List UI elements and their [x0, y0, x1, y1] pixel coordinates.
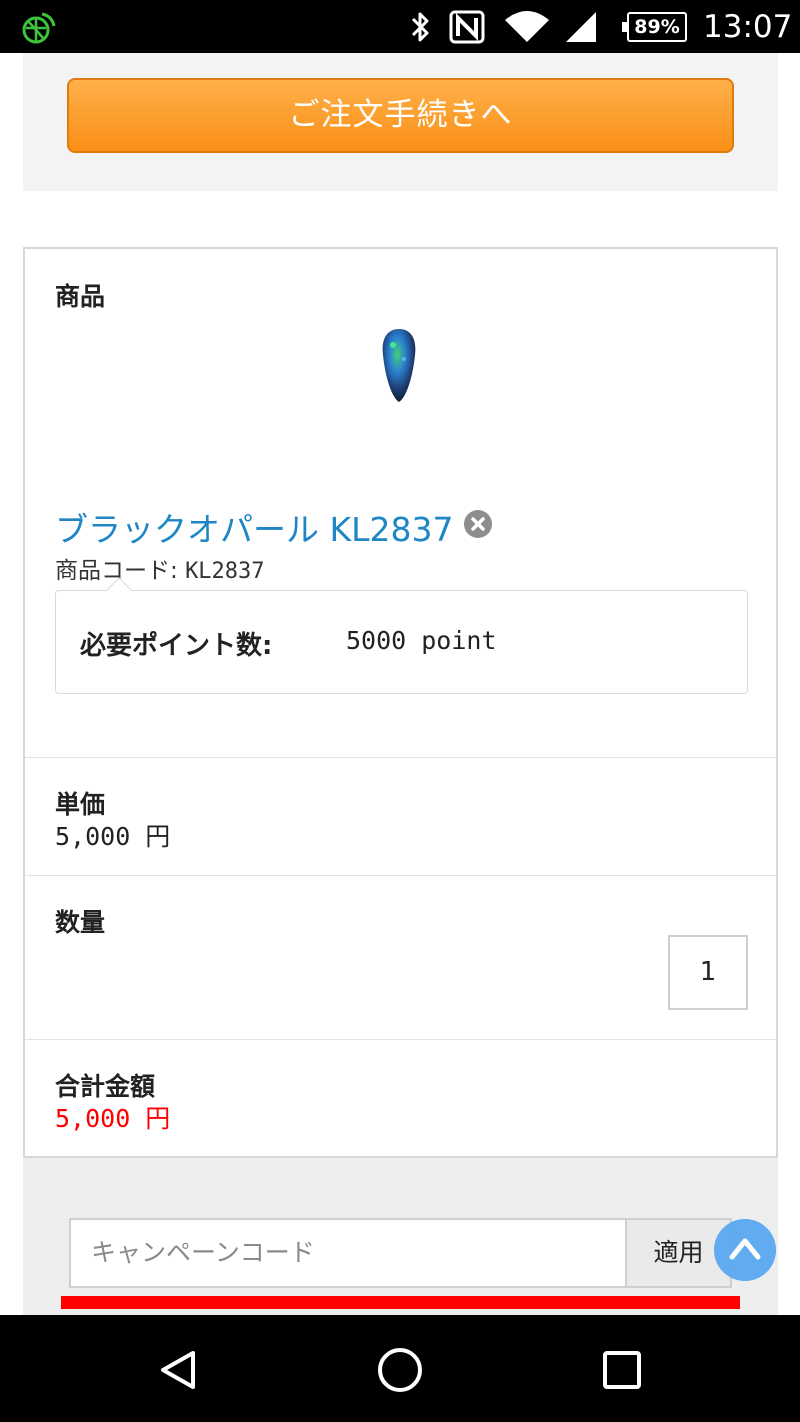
- total-label: 合計金額: [55, 1072, 156, 1101]
- cart-item-card: 商品 ブラックオパール KL2837 商品コード: KL2837 必要ポイント数…: [23, 247, 778, 1158]
- battery-indicator: 89%: [622, 12, 687, 42]
- proceed-to-order-button[interactable]: ご注文手続きへ: [67, 78, 734, 153]
- total-value: 5,000 円: [55, 1104, 171, 1133]
- required-points-value: 5000 point: [346, 626, 497, 655]
- wifi-icon: [505, 11, 549, 42]
- required-points-label: 必要ポイント数:: [80, 631, 273, 661]
- bluetooth-icon: [411, 12, 429, 42]
- quantity-label: 数量: [55, 908, 106, 937]
- campaign-code-input[interactable]: キャンペーンコード: [69, 1218, 627, 1288]
- product-code-row: 商品コード: KL2837: [55, 551, 265, 585]
- remove-item-icon[interactable]: [463, 509, 493, 539]
- required-points-box: 必要ポイント数: 5000 point: [55, 577, 748, 694]
- navigation-bar: [0, 1315, 800, 1422]
- app-globe-icon: [22, 12, 56, 44]
- scroll-to-top-button[interactable]: [714, 1219, 776, 1281]
- recents-icon[interactable]: [597, 1345, 647, 1395]
- product-image[interactable]: [379, 327, 419, 405]
- unit-price-value: 5,000 円: [55, 822, 171, 851]
- product-name-link[interactable]: ブラックオパール KL2837: [55, 503, 454, 551]
- red-highlight-bar: [61, 1296, 740, 1309]
- divider: [25, 1039, 776, 1040]
- home-icon[interactable]: [375, 1345, 425, 1395]
- status-bar: 89% 13:07: [0, 0, 800, 53]
- clock: 13:07: [703, 9, 793, 45]
- nfc-icon: [449, 10, 485, 44]
- divider: [25, 875, 776, 876]
- product-code-value: KL2837: [185, 559, 265, 584]
- product-heading: 商品: [55, 282, 106, 311]
- quantity-input[interactable]: 1: [668, 935, 748, 1010]
- unit-price-label: 単価: [55, 790, 106, 819]
- back-icon[interactable]: [153, 1345, 203, 1395]
- signal-icon: [566, 12, 596, 42]
- divider: [25, 757, 776, 758]
